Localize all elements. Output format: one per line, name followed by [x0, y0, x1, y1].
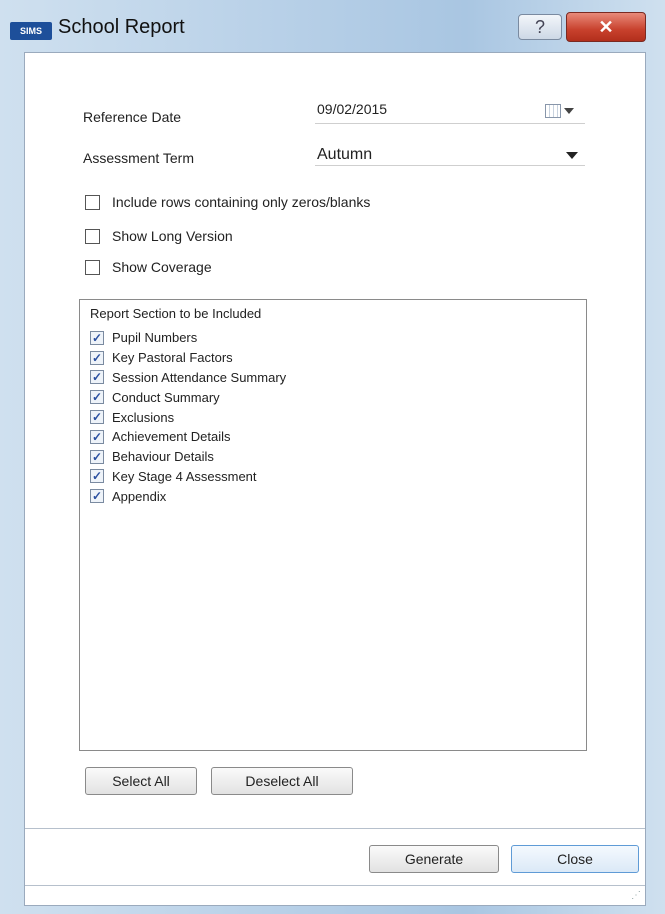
section-item-label: Key Stage 4 Assessment: [112, 468, 257, 484]
checkbox[interactable]: [85, 259, 100, 275]
reference-date-label: Reference Date: [83, 109, 182, 125]
dialog-body: Reference Date 09/02/2015 Assessment Ter…: [24, 52, 646, 906]
deselect-all-button[interactable]: Deselect All: [211, 767, 353, 795]
checkmark-icon[interactable]: ✓: [90, 350, 104, 365]
checkmark-icon[interactable]: ✓: [90, 469, 104, 484]
report-sections-title: Report Section to be Included: [90, 306, 262, 321]
window-frame: SIMS School Report ? ✕ Reference Date 09…: [0, 0, 665, 914]
section-item-session-attendance-summary[interactable]: ✓ Session Attendance Summary: [90, 368, 286, 388]
section-item-label: Behaviour Details: [112, 449, 214, 465]
checkmark-icon[interactable]: ✓: [90, 429, 104, 444]
calendar-dropdown-icon[interactable]: [545, 103, 575, 119]
reference-date-value[interactable]: 09/02/2015: [317, 101, 387, 117]
sims-app-icon: SIMS: [10, 22, 52, 40]
option-show-long-version[interactable]: Show Long Version: [85, 228, 233, 244]
checkbox[interactable]: [85, 228, 100, 244]
title-bar[interactable]: SIMS School Report ? ✕: [0, 0, 665, 50]
section-item-label: Session Attendance Summary: [112, 369, 287, 385]
section-item-behaviour-details[interactable]: ✓ Behaviour Details: [90, 447, 286, 467]
checkmark-icon[interactable]: ✓: [90, 330, 104, 345]
assessment-term-value[interactable]: Autumn: [317, 146, 372, 164]
footer-divider: [25, 828, 645, 829]
section-item-label: Exclusions: [112, 409, 175, 425]
section-item-pupil-numbers[interactable]: ✓ Pupil Numbers: [90, 328, 286, 348]
checkmark-icon[interactable]: ✓: [90, 390, 104, 405]
generate-button[interactable]: Generate: [369, 845, 499, 873]
section-item-achievement-details[interactable]: ✓ Achievement Details: [90, 427, 286, 447]
checkmark-icon[interactable]: ✓: [90, 489, 104, 504]
report-sections-list[interactable]: Report Section to be Included ✓ Pupil Nu…: [79, 299, 587, 751]
checkmark-icon[interactable]: ✓: [90, 410, 104, 425]
window-title: School Report: [58, 16, 185, 38]
checkbox[interactable]: [85, 194, 100, 210]
section-item-key-stage-4-assessment[interactable]: ✓ Key Stage 4 Assessment: [90, 467, 286, 487]
section-item-label: Achievement Details: [112, 429, 231, 445]
option-label: Show Long Version: [112, 228, 233, 244]
section-item-label: Appendix: [112, 488, 167, 504]
resize-grip-icon[interactable]: ⋰: [631, 890, 641, 901]
status-divider: [25, 885, 645, 886]
section-item-label: Conduct Summary: [112, 389, 220, 405]
section-item-label: Pupil Numbers: [112, 330, 198, 346]
checkmark-icon[interactable]: ✓: [90, 370, 104, 385]
help-button[interactable]: ?: [518, 14, 562, 40]
option-include-zeros[interactable]: Include rows containing only zeros/blank…: [85, 194, 370, 210]
chevron-down-icon[interactable]: [566, 152, 578, 159]
close-button[interactable]: Close: [511, 845, 639, 873]
section-item-key-pastoral-factors[interactable]: ✓ Key Pastoral Factors: [90, 348, 286, 368]
option-show-coverage[interactable]: Show Coverage: [85, 259, 212, 275]
section-item-exclusions[interactable]: ✓ Exclusions: [90, 407, 286, 427]
checkmark-icon[interactable]: ✓: [90, 449, 104, 464]
option-label: Show Coverage: [112, 259, 212, 275]
window-close-button[interactable]: ✕: [566, 12, 646, 42]
section-item-conduct-summary[interactable]: ✓ Conduct Summary: [90, 387, 286, 407]
select-all-button[interactable]: Select All: [85, 767, 197, 795]
section-item-label: Key Pastoral Factors: [112, 350, 233, 366]
section-item-appendix[interactable]: ✓ Appendix: [90, 486, 286, 506]
option-label: Include rows containing only zeros/blank…: [112, 194, 371, 210]
assessment-term-label: Assessment Term: [83, 150, 194, 166]
